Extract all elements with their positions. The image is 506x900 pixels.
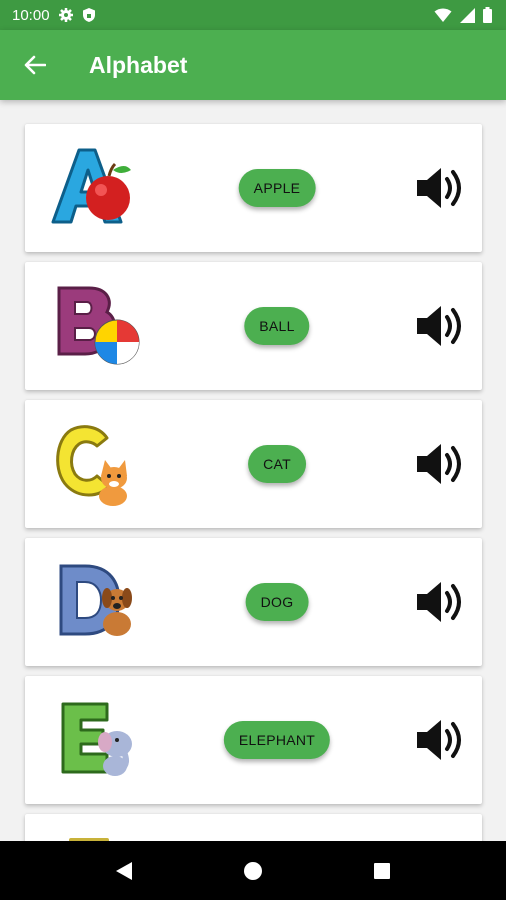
word-button[interactable]: APPLE <box>238 169 316 207</box>
wifi-icon <box>434 8 452 22</box>
letter-b-ball-image <box>57 286 140 365</box>
speaker-icon[interactable] <box>415 164 465 212</box>
word-button[interactable]: DOG <box>245 583 309 621</box>
shield-icon <box>82 8 95 22</box>
arrow-left-icon <box>24 55 46 75</box>
page-title: Alphabet <box>89 51 188 78</box>
list-item: CAT <box>25 400 482 528</box>
word-button[interactable]: CAT <box>248 445 306 483</box>
letter-d-dog-image <box>59 564 132 636</box>
signal-icon <box>460 7 475 23</box>
list-item: ELEPHANT <box>25 676 482 804</box>
circle-home-icon <box>243 861 262 880</box>
app-bar: Alphabet <box>0 30 506 100</box>
letter-e-elephant-image <box>61 702 132 776</box>
speaker-icon[interactable] <box>415 578 465 626</box>
list-item: BALL <box>25 262 482 390</box>
list-item <box>25 814 482 841</box>
settings-icon <box>58 8 73 22</box>
back-button[interactable] <box>0 30 70 100</box>
list-item: APPLE <box>25 124 482 252</box>
speaker-icon[interactable] <box>415 440 465 488</box>
list-item: DOG <box>25 538 482 666</box>
nav-home-button[interactable] <box>233 851 273 891</box>
status-time: 10:00 <box>12 6 50 24</box>
status-bar: 10:00 <box>0 0 506 30</box>
square-recents-icon <box>373 862 390 879</box>
triangle-back-icon <box>116 861 133 880</box>
nav-recents-button[interactable] <box>362 851 402 891</box>
letter-c-cat-image <box>56 425 127 506</box>
speaker-icon[interactable] <box>415 716 465 764</box>
system-nav-bar <box>0 841 506 900</box>
battery-icon <box>483 7 492 23</box>
word-button[interactable]: BALL <box>244 307 310 345</box>
alphabet-list[interactable]: APPLE BALL CAT DOG ELEPHANT <box>0 100 506 841</box>
nav-back-button[interactable] <box>104 851 144 891</box>
speaker-icon[interactable] <box>415 302 465 350</box>
word-button[interactable]: ELEPHANT <box>223 721 331 759</box>
letter-a-apple-image <box>51 148 131 224</box>
